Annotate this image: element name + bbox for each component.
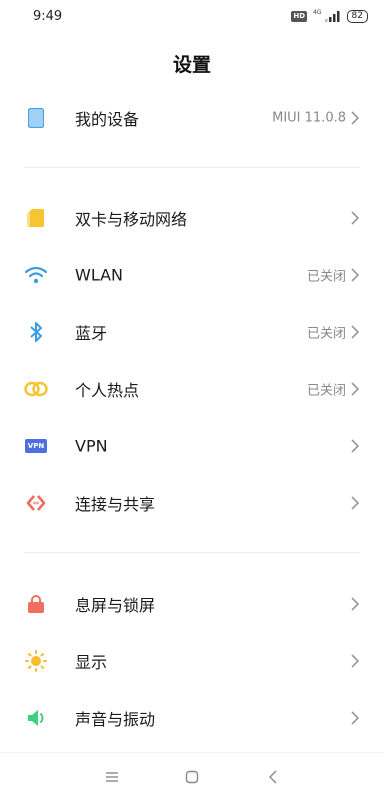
chevron-right-icon xyxy=(351,210,360,225)
status-icons: HD 4G 82 xyxy=(291,9,368,23)
chevron-right-icon xyxy=(351,710,360,725)
back-icon[interactable] xyxy=(261,765,285,789)
vpn-badge: VPN xyxy=(24,438,48,453)
chevron-right-icon xyxy=(351,324,360,339)
lock-icon xyxy=(24,592,48,616)
page-title: 设置 xyxy=(172,54,211,76)
settings-item-bluetooth[interactable]: 蓝牙 已关闭 xyxy=(0,303,384,360)
settings-item-value: 已关闭 xyxy=(306,326,346,341)
settings-item-label: 个人热点 xyxy=(75,380,140,400)
battery-level: 82 xyxy=(346,10,368,23)
status-bar: 9:49 HD 4G 82 xyxy=(0,0,384,34)
chevron-right-icon xyxy=(351,110,360,125)
settings-item-label: 连接与共享 xyxy=(75,494,156,514)
settings-item-wlan[interactable]: WLAN 已关闭 xyxy=(0,246,384,303)
network-type: 4G xyxy=(313,9,322,16)
bluetooth-icon xyxy=(24,320,48,344)
settings-item-value: 已关闭 xyxy=(306,383,346,398)
settings-item-vpn[interactable]: VPN VPN xyxy=(0,417,384,474)
settings-item-sound-vibration[interactable]: 声音与振动 xyxy=(0,689,384,746)
settings-item-label: 双卡与移动网络 xyxy=(75,209,188,229)
settings-item-label: 我的设备 xyxy=(75,109,140,129)
settings-item-label: 声音与振动 xyxy=(75,709,156,729)
settings-item-value: MIUI 11.0.8 xyxy=(272,110,346,125)
vpn-icon: VPN xyxy=(24,434,48,458)
settings-item-label: WLAN xyxy=(75,265,124,284)
sun-icon xyxy=(24,649,48,673)
navigation-bar xyxy=(0,752,384,801)
sim-card-icon xyxy=(24,206,48,230)
chevron-right-icon xyxy=(351,381,360,396)
speaker-icon xyxy=(24,706,48,730)
settings-item-connection-sharing[interactable]: 连接与共享 xyxy=(0,474,384,531)
hotspot-icon xyxy=(24,377,48,401)
chevron-right-icon xyxy=(351,495,360,510)
settings-item-lock-screen[interactable]: 息屏与锁屏 xyxy=(0,575,384,632)
settings-item-label: VPN xyxy=(75,436,108,455)
hd-badge: HD xyxy=(291,11,308,22)
section-divider xyxy=(24,552,360,553)
wifi-icon xyxy=(24,263,48,287)
signal-icon xyxy=(324,11,340,22)
settings-item-dual-sim[interactable]: 双卡与移动网络 xyxy=(0,189,384,246)
chevron-right-icon xyxy=(351,596,360,611)
status-time: 9:49 xyxy=(33,9,63,24)
settings-item-hotspot[interactable]: 个人热点 已关闭 xyxy=(0,360,384,417)
chevron-right-icon xyxy=(351,438,360,453)
settings-item-value: 已关闭 xyxy=(306,269,346,284)
settings-item-label: 息屏与锁屏 xyxy=(75,595,156,615)
chevron-right-icon xyxy=(351,267,360,282)
settings-item-display[interactable]: 显示 xyxy=(0,632,384,689)
menu-icon[interactable] xyxy=(100,765,124,789)
settings-item-label: 显示 xyxy=(75,652,108,672)
settings-item-my-device[interactable]: 我的设备 MIUI 11.0.8 xyxy=(0,89,384,146)
share-icon xyxy=(24,491,48,515)
phone-icon xyxy=(24,106,48,130)
section-divider xyxy=(24,167,360,168)
home-icon[interactable] xyxy=(180,765,204,789)
settings-item-label: 蓝牙 xyxy=(75,323,108,343)
chevron-right-icon xyxy=(351,653,360,668)
